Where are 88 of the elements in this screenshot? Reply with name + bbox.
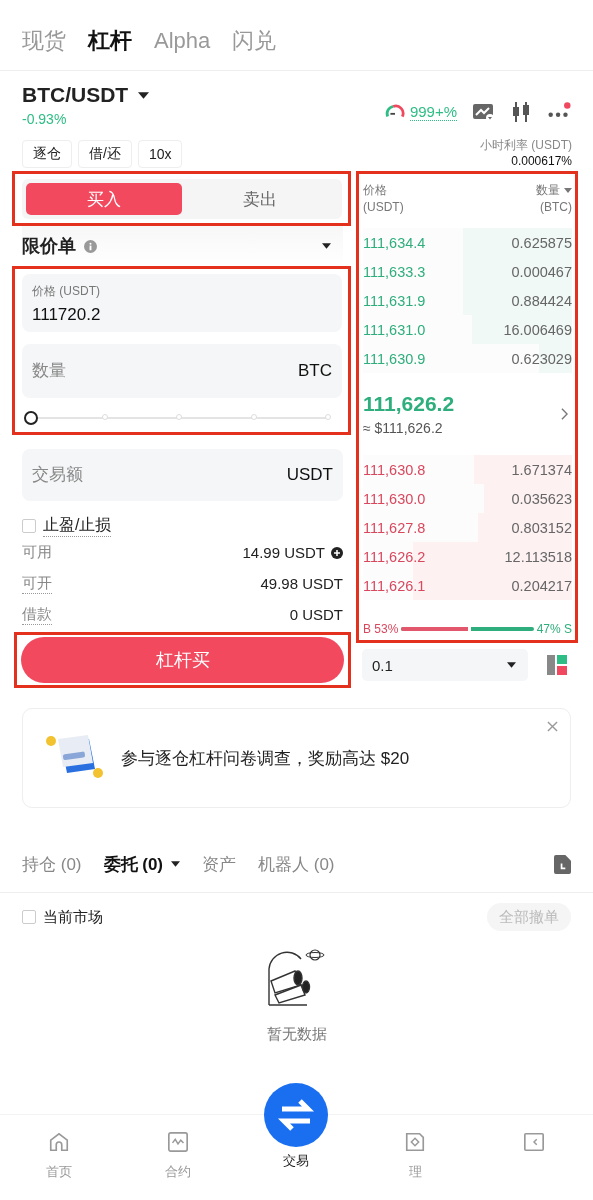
last-price: 111,626.2 <box>363 392 455 416</box>
banner-text: 参与逐仓杠杆问卷调查，奖励高达 $20 <box>121 747 410 770</box>
hourly-rate-label: 小时利率 (USDT) <box>480 137 572 154</box>
balance-label: 可开 <box>22 573 52 594</box>
chevron-right-icon[interactable] <box>561 408 568 420</box>
slider-stop[interactable] <box>325 414 331 420</box>
order-price[interactable]: 111,626.1 <box>363 577 426 594</box>
order-price[interactable]: 111,630.8 <box>363 461 426 478</box>
hourly-rate-value: 0.000617% <box>511 154 572 168</box>
swap-icon <box>264 1083 329 1147</box>
nav-item[interactable]: 交易 <box>237 1083 356 1200</box>
market-tab[interactable]: Alpha <box>154 26 211 56</box>
orders-tab[interactable]: 机器人 (0) <box>258 852 335 876</box>
balance-label: 借款 <box>22 604 52 625</box>
last-price-usd: ≈ $111,626.2 <box>363 420 444 436</box>
unit-label: BTC <box>298 361 332 381</box>
column-header: 价格 <box>363 182 388 199</box>
order-price[interactable]: 111,627.8 <box>363 519 426 536</box>
column-unit: (USDT) <box>363 200 404 214</box>
slider-thumb[interactable] <box>24 411 38 425</box>
chart-icon <box>166 1131 189 1153</box>
buy-ratio: B 53% <box>363 622 399 636</box>
slider-stop[interactable] <box>101 414 108 420</box>
order-quantity: 0.625875 <box>511 234 572 251</box>
caret-icon <box>564 188 572 193</box>
leverage-buy-button[interactable]: 杠杆买 <box>21 637 344 683</box>
orders-tab[interactable]: 持仓 (0) <box>22 852 82 876</box>
nav-item[interactable]: 合约 <box>118 1115 238 1200</box>
market-tab[interactable]: 闪兑 <box>232 26 277 56</box>
sell-ratio: 47% S <box>536 622 572 636</box>
info-icon <box>84 239 97 253</box>
orders-tab[interactable]: 委托 (0) <box>103 852 180 876</box>
order-price[interactable]: 111,630.9 <box>363 350 426 367</box>
empty-message: 暂无数据 <box>266 1025 327 1044</box>
unit-label: USDT <box>286 465 333 485</box>
order-price[interactable]: 111,633.3 <box>363 263 426 280</box>
balance-value: 14.99 USDT <box>242 544 325 561</box>
wallet-icon <box>522 1131 545 1153</box>
price-change: -0.93% <box>22 111 68 127</box>
order-quantity: 0.884424 <box>511 292 572 309</box>
side-tab[interactable]: 卖出 <box>182 183 338 215</box>
caret-icon <box>138 91 150 99</box>
checkbox[interactable] <box>22 519 36 533</box>
close-icon[interactable] <box>547 721 558 732</box>
order-price[interactable]: 111,631.0 <box>363 321 426 338</box>
market-tab[interactable]: 现货 <box>22 26 66 56</box>
balance-value: 49.98 USDT <box>260 575 343 592</box>
order-price[interactable]: 111,630.0 <box>363 490 426 507</box>
order-quantity: 12.113518 <box>504 548 572 565</box>
margin-option[interactable]: 10x <box>137 140 183 168</box>
market-tab[interactable]: 杠杆 <box>88 26 132 56</box>
add-icon[interactable] <box>331 546 343 559</box>
nav-item[interactable]: 理 <box>355 1115 475 1200</box>
nav-item[interactable]: 首页 <box>0 1115 119 1200</box>
order-quantity: 0.035623 <box>511 490 572 507</box>
balance-value: 0 USDT <box>289 606 343 623</box>
column-unit: (BTC) <box>540 200 572 214</box>
checkbox[interactable] <box>22 910 36 924</box>
field-label: 价格 (USDT) <box>32 283 100 300</box>
survey-banner[interactable]: 参与逐仓杠杆问卷调查，奖励高达 $20 <box>22 708 571 808</box>
order-quantity: 0.204217 <box>511 577 572 594</box>
margin-option[interactable]: 逐仓 <box>22 140 72 168</box>
order-quantity: 16.006469 <box>503 321 572 338</box>
slider-stop[interactable] <box>176 414 182 420</box>
home-icon <box>48 1131 71 1153</box>
depth-select[interactable]: 0.1 <box>362 649 528 681</box>
caret-icon <box>322 243 331 249</box>
order-quantity: 1.671374 <box>511 461 572 478</box>
order-quantity: 0.803152 <box>511 519 572 536</box>
diamond-icon <box>404 1131 427 1153</box>
order-price[interactable]: 111,626.2 <box>363 548 426 565</box>
side-tab[interactable]: 买入 <box>26 183 182 215</box>
order-quantity: 0.623029 <box>511 350 572 367</box>
order-price[interactable]: 111,631.9 <box>363 292 426 309</box>
order-quantity: 0.000467 <box>511 263 572 280</box>
current-market-label[interactable]: 当前市场 <box>43 907 103 927</box>
pair-symbol[interactable]: BTC/USDT <box>22 83 129 107</box>
order-price[interactable]: 111,634.4 <box>363 234 426 251</box>
balance-label: 可用 <box>22 543 52 562</box>
orders-tab[interactable]: 资产 <box>202 852 236 876</box>
caret-icon <box>507 662 516 668</box>
sentiment-value[interactable]: 999+% <box>409 103 457 121</box>
history-icon[interactable] <box>554 854 571 874</box>
tp-sl-label[interactable]: 止盈/止损 <box>43 515 112 537</box>
slider-stop[interactable] <box>250 414 257 420</box>
column-header[interactable]: 数量 <box>536 182 560 199</box>
caret-icon <box>171 861 180 867</box>
margin-option[interactable]: 借/还 <box>78 140 132 168</box>
